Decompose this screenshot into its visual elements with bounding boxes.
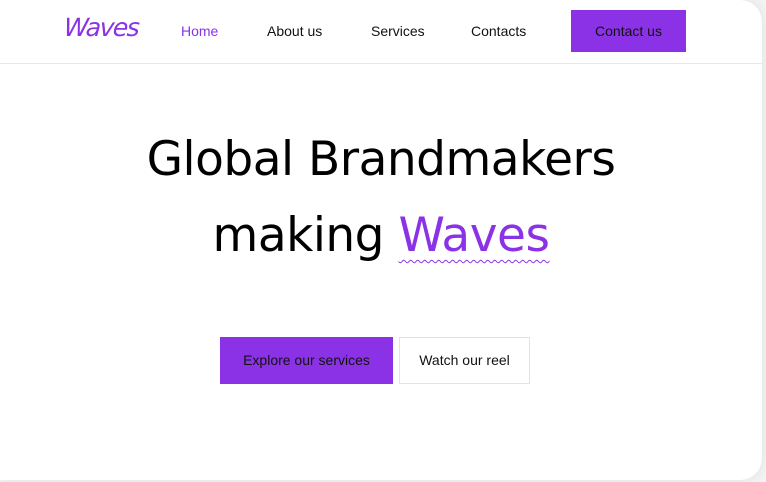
nav-about-us-link[interactable]: About us: [267, 22, 322, 40]
hero-heading-line-2: making Waves: [0, 208, 762, 264]
page: Waves Home About us Services Contacts Co…: [0, 0, 766, 482]
nav-home-link[interactable]: Home: [181, 22, 218, 40]
watch-reel-button[interactable]: Watch our reel: [399, 337, 530, 384]
hero-heading-accent: Waves: [398, 208, 550, 263]
hero-heading-prefix: making: [212, 208, 399, 263]
hero-heading-line-1: Global Brandmakers: [146, 132, 616, 187]
nav-contacts-link[interactable]: Contacts: [471, 22, 526, 40]
explore-services-button[interactable]: Explore our services: [220, 337, 393, 384]
nav-services-link[interactable]: Services: [371, 22, 425, 40]
contact-us-button[interactable]: Contact us: [571, 10, 686, 52]
browser-card: Waves Home About us Services Contacts Co…: [0, 0, 762, 480]
top-navigation: Waves Home About us Services Contacts Co…: [0, 0, 762, 64]
waves-logo[interactable]: Waves: [63, 13, 139, 42]
